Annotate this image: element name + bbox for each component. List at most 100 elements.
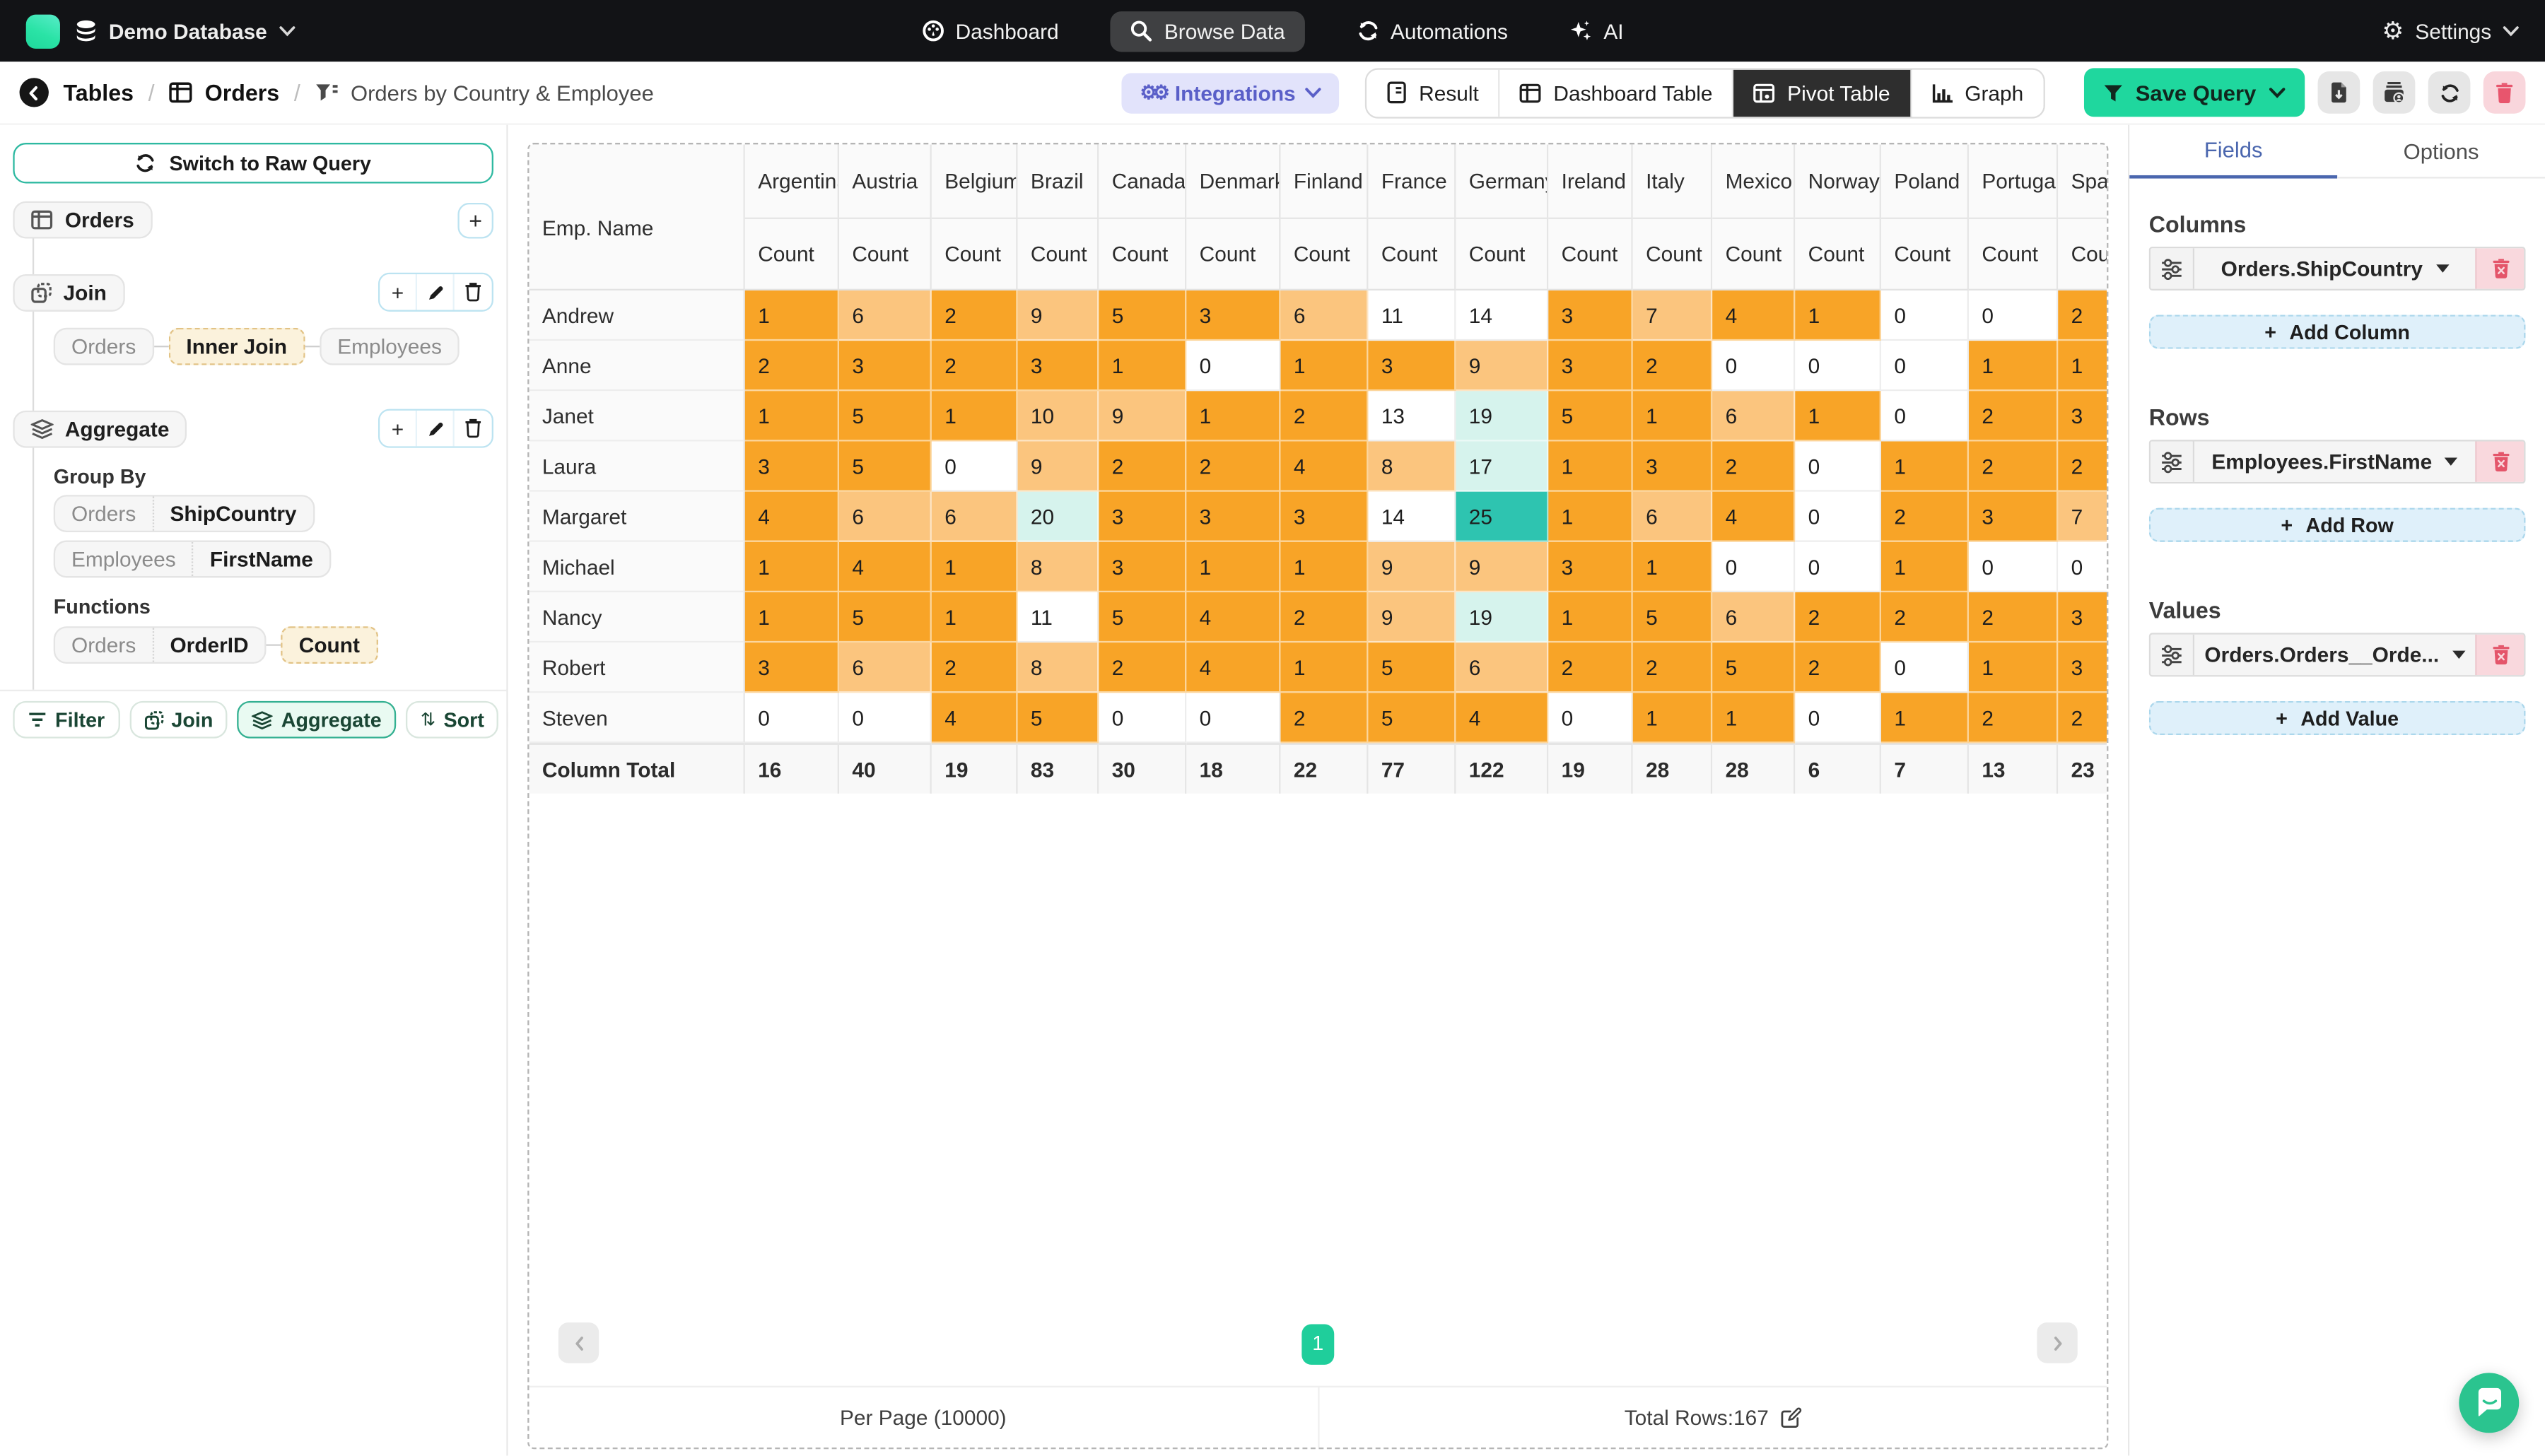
aggregate-step-button[interactable]: Aggregate [238,701,397,739]
tab-pivot-table[interactable]: Pivot Table [1733,69,1911,117]
pivot-cell: 0 [745,693,839,743]
nav-dashboard[interactable]: Dashboard [912,11,1069,51]
pivot-cell: 2 [1881,592,1969,642]
pivot-scroll-area[interactable]: Emp. NameArgentinaAustriaBelgiumBrazilCa… [529,144,2107,1301]
group-by-chip-firstname[interactable]: Employees FirstName [54,541,331,578]
join-step-chip[interactable]: Join [13,274,124,311]
pivot-cell: 1 [745,391,839,441]
switch-to-raw-query-button[interactable]: Switch to Raw Query [13,143,493,183]
delete-query-button[interactable] [2483,71,2526,114]
nav-browse-data[interactable]: Browse Data [1111,11,1304,51]
connector-dash [305,346,320,347]
join-step-row: Join + [0,273,506,312]
pivot-cell: 14 [1368,492,1456,542]
pivot-cell: 3 [2058,642,2107,693]
pivot-cell: 0 [1881,642,1969,693]
orders-table-chip[interactable]: Orders [13,201,152,239]
nav-ai[interactable]: AI [1560,11,1633,51]
add-column-button[interactable]: +Add Column [2149,315,2526,348]
pivot-cell: 5 [839,391,932,441]
pivot-cell: 4 [1712,290,1795,341]
page-1-button[interactable]: 1 [1301,1323,1334,1363]
add-row-button[interactable]: +Add Row [2149,508,2526,542]
pivot-cell: 19 [1456,592,1548,642]
pivot-cell: 0 [1548,693,1632,743]
values-remove-button[interactable] [2475,635,2524,675]
brand[interactable]: Demo Database [26,14,295,48]
join-step-button[interactable]: Join [129,701,228,739]
edit-icon[interactable] [1780,1407,1801,1428]
tab-options[interactable]: Options [2337,125,2545,179]
join-left-table-chip[interactable]: Orders [54,328,154,365]
aggregate-step-chip[interactable]: Aggregate [13,410,187,447]
add-value-button[interactable]: +Add Value [2149,701,2526,735]
sort-step-button[interactable]: ⇅ Sort [406,701,498,739]
join-type-chip[interactable]: Inner Join [168,328,305,365]
per-page-control[interactable]: Per Page (10000) [529,1387,1317,1448]
trash-icon [2495,81,2515,104]
trash-x-icon [2491,644,2510,665]
sliders-icon[interactable] [2151,441,2194,481]
pivot-cell: 1 [1881,693,1969,743]
pivot-cell: 2 [1099,642,1186,693]
rows-remove-button[interactable] [2475,441,2524,481]
tab-dashboard-table[interactable]: Dashboard Table [1500,69,1734,117]
sort-icon: ⇅ [421,709,435,730]
layers-icon [252,710,273,729]
pivot-cell: 1 [1186,542,1280,592]
pivot-cell: 0 [1969,542,2058,592]
filter-step-button[interactable]: Filter [13,701,119,739]
columns-field-select[interactable]: Orders.ShipCountry [2194,248,2475,288]
aggregate-add-button[interactable]: + [380,411,417,447]
pivot-measure-header: Count [1186,218,1280,290]
add-step-button[interactable]: + [457,202,493,238]
join-edit-button[interactable] [417,274,455,310]
pivot-cell: 2 [1280,592,1368,642]
aggregate-edit-button[interactable] [417,411,455,447]
pivot-cell: 2 [2058,290,2107,341]
rows-field-row: Employees.FirstName [2149,440,2526,483]
columns-remove-button[interactable] [2475,248,2524,288]
sliders-icon[interactable] [2151,248,2194,288]
values-field-select[interactable]: Orders.Orders__Orde... [2194,635,2475,675]
trash-x-icon [2491,451,2510,472]
pivot-total-cell: 7 [1881,744,1969,794]
settings-menu[interactable]: ⚙ Settings [2382,18,2519,42]
function-field-chip[interactable]: Orders OrderID [54,626,267,664]
group-by-label: Group By [54,466,507,488]
rows-field-select[interactable]: Employees.FirstName [2194,441,2475,481]
snapshot-button[interactable] [2373,71,2416,114]
pivot-column-header: Norway [1795,144,1881,217]
query-builder-sidebar: Switch to Raw Query Orders + Join + Orde… [0,125,508,1456]
join-add-button[interactable]: + [380,274,417,310]
nav-automations[interactable]: Automations [1347,11,1518,51]
tab-fields[interactable]: Fields [2129,125,2337,179]
group-by-chip-shipcountry[interactable]: Orders ShipCountry [54,495,315,532]
function-count-chip[interactable]: Count [281,626,378,664]
pivot-table: Emp. NameArgentinaAustriaBelgiumBrazilCa… [529,144,2107,793]
next-page-button[interactable] [2037,1322,2077,1363]
integrations-button[interactable]: ⚙⚙ Integrations [1122,72,1339,112]
source-table-row: Orders + [0,201,506,239]
refresh-button[interactable] [2428,71,2471,114]
pivot-total-cell: 83 [1018,744,1099,794]
sliders-icon[interactable] [2151,635,2194,675]
breadcrumb-orders[interactable]: Orders [169,80,279,106]
funnel-list-icon [315,82,339,103]
back-button[interactable] [20,78,49,107]
pivot-cell: 0 [1969,290,2058,341]
export-file-button[interactable] [2318,71,2360,114]
pencil-icon [426,283,444,301]
join-delete-button[interactable] [455,274,492,310]
aggregate-delete-button[interactable] [455,411,492,447]
join-icon [144,710,163,729]
chat-widget-button[interactable] [2459,1373,2519,1433]
group-by-row: Orders ShipCountry [54,495,507,532]
join-right-table-chip[interactable]: Employees [320,328,460,365]
tab-graph[interactable]: Graph [1911,69,2042,117]
pivot-cell: 6 [1712,592,1795,642]
breadcrumb-tables[interactable]: Tables [64,80,134,106]
save-query-button[interactable]: Save Query [2083,68,2305,117]
tab-result[interactable]: Result [1367,69,1500,117]
prev-page-button[interactable] [558,1322,599,1363]
